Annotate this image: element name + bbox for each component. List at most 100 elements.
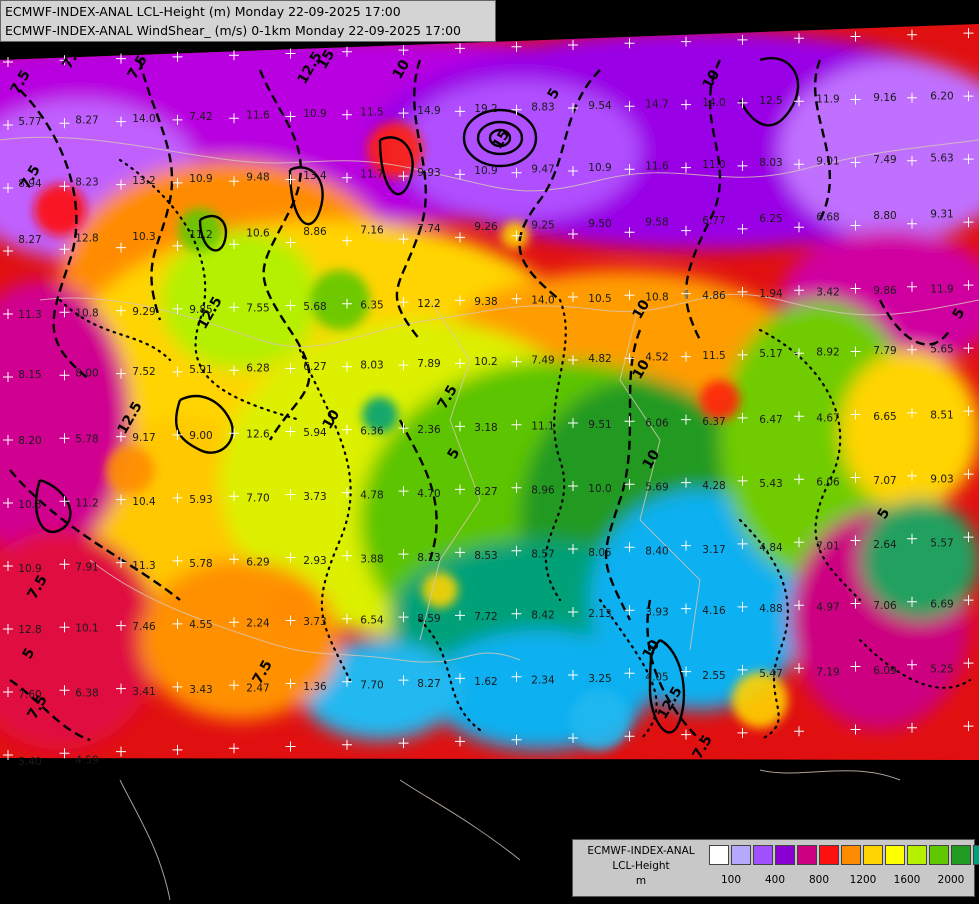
- station-value: 10.3: [18, 499, 41, 511]
- map-canvas[interactable]: 7.5 7.5 7.5 12.5 15 10 15 5 10 7.5 12.5 10 7.5 5 10 10 1…: [0, 0, 979, 901]
- title-line-lcl: ECMWF-INDEX-ANAL LCL-Height (m) Monday 2…: [5, 4, 401, 19]
- station-value: 8.59: [417, 613, 440, 625]
- station-value: 8.23: [75, 176, 98, 188]
- station-value: 11.3: [132, 560, 155, 572]
- station-value: 19.2: [474, 103, 497, 115]
- station-value: 8.40: [645, 545, 668, 557]
- station-value: 7.06: [873, 600, 897, 612]
- station-value: 12.8: [75, 232, 98, 244]
- station-value: 13.4: [303, 170, 327, 182]
- station-value: 7.89: [417, 358, 440, 370]
- station-value: 6.06: [816, 477, 840, 489]
- station-value: 8.05: [588, 547, 611, 559]
- station-value: 5.69: [645, 481, 668, 493]
- station-value: 11.2: [189, 229, 212, 241]
- station-value: 12.8: [18, 624, 41, 636]
- station-value: 4.55: [189, 619, 212, 631]
- station-value: 9.25: [531, 220, 554, 232]
- station-value: 11.5: [702, 350, 725, 362]
- station-value: 8.96: [531, 485, 555, 497]
- legend-model: ECMWF-INDEX-ANAL: [587, 845, 695, 857]
- station-value: 5.17: [759, 348, 782, 360]
- station-value: 6.28: [246, 363, 269, 375]
- station-value: 2.24: [246, 618, 270, 630]
- station-value: 2.13: [588, 608, 611, 620]
- station-value: 3.18: [474, 422, 497, 434]
- station-value: 8.51: [930, 409, 953, 421]
- station-value: 10.1: [75, 622, 98, 634]
- station-value: 6.09: [873, 665, 896, 677]
- station-value: 9.50: [588, 218, 611, 230]
- station-value: 7.01: [816, 541, 839, 553]
- station-value: 10.0: [588, 483, 611, 495]
- station-value: 3.73: [303, 491, 326, 503]
- title-line-windshear: ECMWF-INDEX-ANAL WindShear_ (m/s) 0-1km …: [5, 23, 461, 38]
- station-value: 4.78: [360, 489, 383, 501]
- station-value: 3.42: [816, 287, 839, 299]
- station-value: 2.93: [303, 555, 326, 567]
- station-value: 10.3: [132, 231, 155, 243]
- station-value: 14.0: [132, 113, 155, 125]
- station-value: 9.01: [816, 156, 839, 168]
- station-value: 1.36: [303, 681, 327, 693]
- station-value: 8.86: [303, 226, 327, 238]
- station-value: 8.03: [360, 359, 383, 371]
- station-value: 5.93: [189, 494, 212, 506]
- station-value: 7.60: [18, 689, 41, 701]
- station-value: 5.47: [759, 668, 782, 680]
- station-value: 5.78: [75, 433, 98, 445]
- station-value: 4.52: [645, 351, 668, 363]
- station-value: 6.36: [360, 425, 384, 437]
- station-value: 5.40: [18, 756, 41, 768]
- station-value: 5.57: [930, 537, 953, 549]
- station-value: 3.25: [588, 673, 611, 685]
- station-value: 6.27: [303, 361, 326, 373]
- station-value: 11.3: [18, 309, 41, 321]
- station-value: 8.00: [75, 367, 98, 379]
- station-value: 9.48: [246, 172, 269, 184]
- color-legend: ECMWF-INDEX-ANAL LCL-Height m 100 400 800 1…: [572, 839, 979, 897]
- station-value: 3.43: [189, 684, 212, 696]
- station-value: 8.94: [18, 178, 42, 190]
- legend-tick: 2000: [937, 874, 965, 886]
- station-value: 5.78: [189, 558, 212, 570]
- station-value: 5.68: [303, 301, 326, 313]
- legend-tick: 1200: [849, 874, 877, 886]
- station-value: 7.74: [417, 223, 441, 235]
- station-value: 8.57: [531, 549, 554, 561]
- station-value: 6.77: [702, 215, 725, 227]
- station-value: 10.6: [246, 228, 270, 240]
- station-value: 4.16: [702, 605, 726, 617]
- station-value: 7.52: [132, 366, 155, 378]
- station-value: 11.2: [75, 497, 98, 509]
- station-value: 1.62: [474, 676, 497, 688]
- station-value: 9.54: [588, 100, 612, 112]
- legend-tick: 100: [720, 874, 742, 886]
- station-value: 7.49: [873, 154, 896, 166]
- lcl-height-map[interactable]: 7.57.5 7.5 12.515 10155107.512.5107.5510101…: [0, 0, 979, 901]
- legend-swatch: [753, 845, 773, 865]
- legend-swatch: [775, 845, 795, 865]
- station-value: 8.27: [474, 486, 497, 498]
- station-value: 11.9: [816, 94, 839, 106]
- station-value: 3.73: [303, 616, 326, 628]
- station-value: 9.51: [588, 419, 611, 431]
- station-value: 12.6: [246, 429, 270, 441]
- station-value: 11.6: [645, 160, 669, 172]
- station-value: 10.8: [645, 291, 668, 303]
- station-value: 10.9: [18, 563, 41, 575]
- station-value: 11.5: [360, 106, 383, 118]
- station-value: 7.79: [873, 345, 896, 357]
- station-value: 11.6: [246, 110, 270, 122]
- station-value: 4.97: [816, 602, 839, 614]
- station-value: 2.55: [702, 670, 725, 682]
- station-value: 3.17: [702, 544, 725, 556]
- legend-swatch: [863, 845, 883, 865]
- legend-unit: m: [635, 875, 647, 887]
- station-value: 8.53: [474, 550, 497, 562]
- station-value: 10.9: [303, 108, 326, 120]
- legend-swatch: [731, 845, 751, 865]
- station-value: 14.0: [702, 97, 725, 109]
- station-value: 2.36: [417, 424, 441, 436]
- station-value: 10.4: [132, 496, 156, 508]
